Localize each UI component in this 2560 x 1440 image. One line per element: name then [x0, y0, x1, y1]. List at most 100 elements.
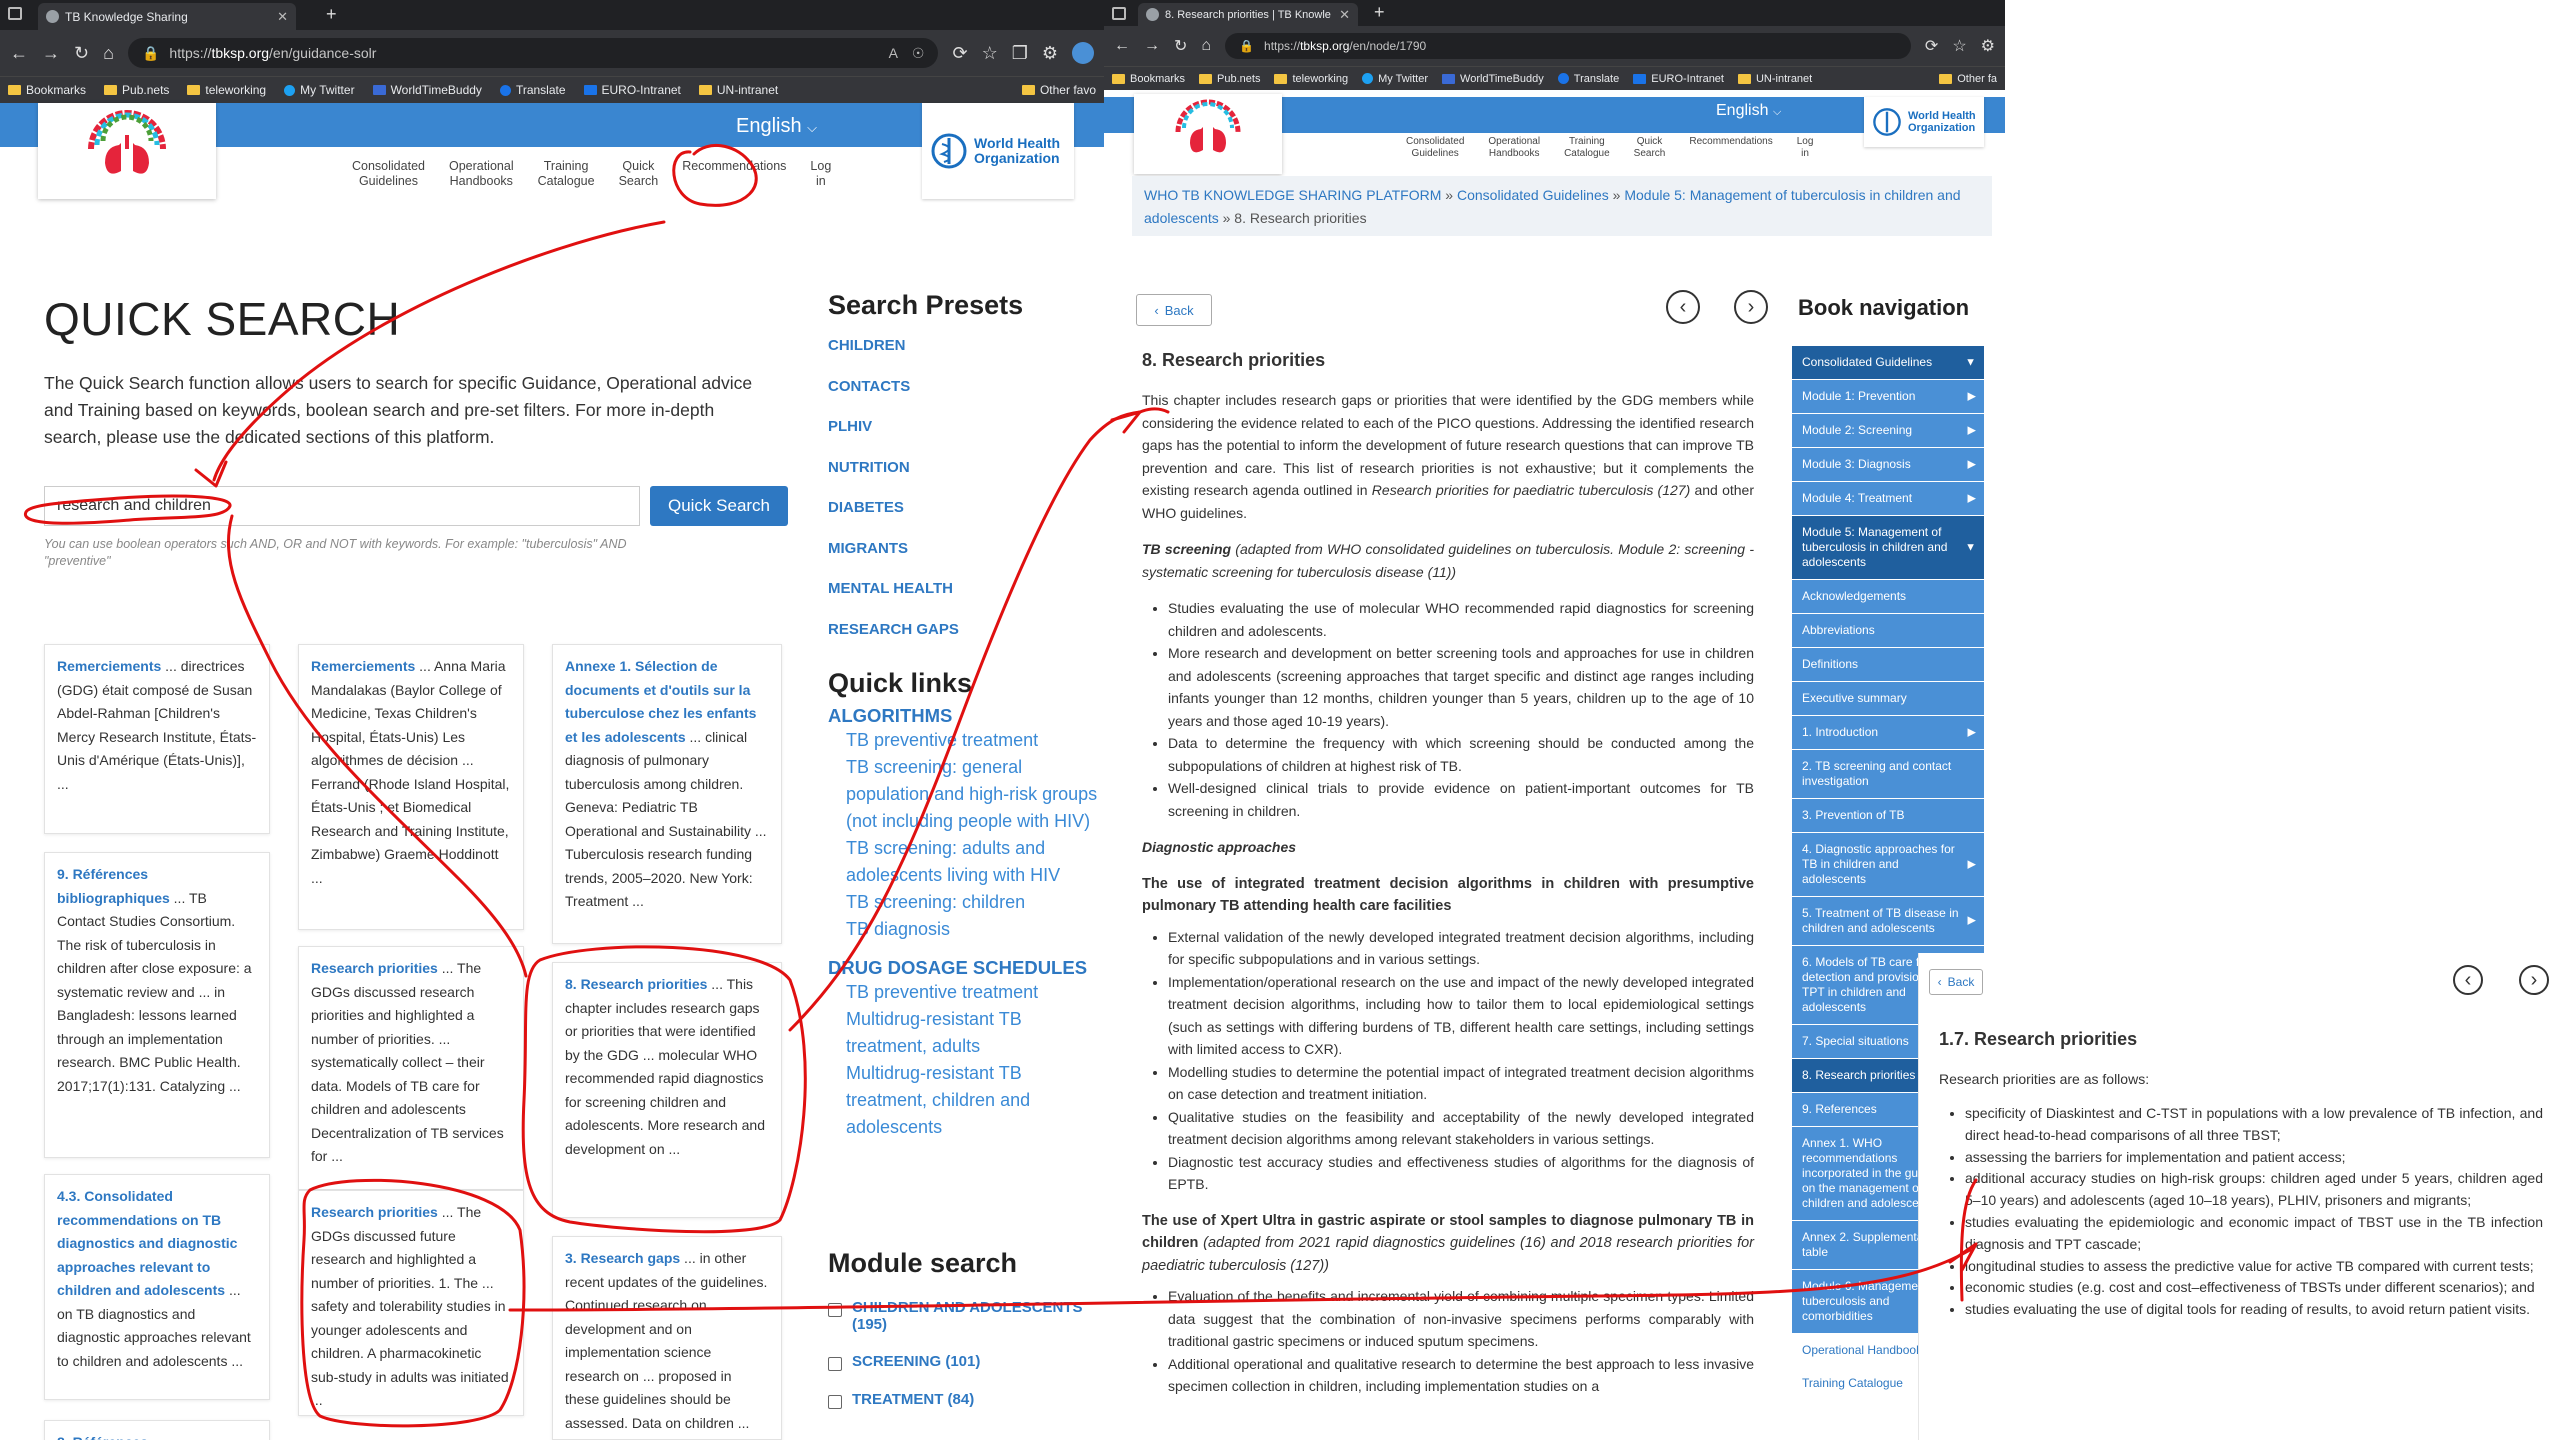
result-card[interactable]: Research priorities ... The GDGs discuss… [298, 1190, 524, 1416]
close-tab-icon[interactable]: ✕ [277, 9, 288, 25]
bookmark-item[interactable]: WorldTimeBuddy [1442, 73, 1544, 85]
who-logo[interactable]: World Health Organization [922, 103, 1074, 199]
result-title-link[interactable]: 9. Références bibliographiques [57, 866, 170, 906]
favorites-star-icon[interactable]: ☆ [1952, 36, 1966, 56]
preset-link[interactable]: PLHIV [828, 418, 1098, 459]
profile-avatar-icon[interactable] [1072, 42, 1094, 64]
reload-icon[interactable]: ↻ [1174, 36, 1187, 56]
drug-dosage-link[interactable]: TB preventive treatment [828, 979, 1104, 1006]
forward-arrow-icon[interactable]: → [1144, 37, 1160, 55]
nav-item-training[interactable]: Training Catalogue [1552, 136, 1622, 160]
bookmark-item[interactable]: teleworking [187, 83, 266, 97]
refresh-page-icon[interactable]: ⟳ [1925, 36, 1938, 56]
drug-dosage-link[interactable]: Multidrug-resistant TB treatment, adults [828, 1006, 1104, 1060]
bookmark-item[interactable]: UN-intranet [1737, 73, 1812, 85]
result-card[interactable]: Remerciements ... directrices (GDG) étai… [44, 644, 270, 834]
tbksp-logo[interactable] [1134, 94, 1282, 174]
previous-page-button[interactable]: ‹ [1666, 290, 1700, 324]
module-filter-item[interactable]: SCREENING (101) [828, 1353, 1104, 1371]
bookmark-item[interactable]: WorldTimeBuddy [372, 83, 482, 97]
new-tab-icon[interactable]: + [326, 4, 337, 25]
preset-link[interactable]: CONTACTS [828, 378, 1098, 419]
nav-item-quick[interactable]: Quick Search [607, 159, 671, 189]
nav-item-training[interactable]: Training Catalogue [526, 159, 607, 189]
result-title-link[interactable]: Research priorities [311, 960, 438, 976]
bookmark-item[interactable]: Pub.nets [104, 83, 169, 97]
overlay-next-button[interactable]: › [2519, 965, 2549, 995]
result-card[interactable]: 8. Références [44, 1420, 270, 1440]
drug-dosage-link[interactable]: Multidrug-resistant TB treatment, childr… [828, 1060, 1104, 1141]
result-title-link[interactable]: 8. Références [57, 1434, 148, 1440]
back-arrow-icon[interactable]: ← [10, 43, 28, 64]
nav-item-recommendations[interactable]: Recommendations [1677, 136, 1784, 160]
algorithm-link[interactable]: TB diagnosis [828, 916, 1104, 943]
bookmark-item[interactable]: UN-intranet [698, 83, 778, 97]
algorithm-link[interactable]: TB screening: children [828, 889, 1104, 916]
checkbox[interactable] [828, 1395, 842, 1409]
close-tab-icon[interactable]: ✕ [1339, 7, 1350, 23]
nav-item-log[interactable]: Log in [1785, 136, 1826, 160]
overlay-previous-button[interactable]: ‹ [2453, 965, 2483, 995]
bookmark-item[interactable]: EURO-Intranet [1633, 73, 1724, 85]
address-bar[interactable]: 🔒 https://tbksp.org/en/guidance-solr A ☉ [127, 38, 939, 68]
book-nav-item[interactable]: Abbreviations [1792, 614, 1984, 648]
tracking-icon[interactable]: ☉ [912, 45, 925, 62]
bookmark-item[interactable]: teleworking [1274, 73, 1348, 85]
book-nav-item[interactable]: Module 1: Prevention ▶ [1792, 380, 1984, 414]
algorithm-link[interactable]: TB screening: adults and adolescents liv… [828, 835, 1104, 889]
window-menu-icon[interactable] [8, 7, 22, 20]
tbksp-logo[interactable] [38, 103, 216, 199]
search-input[interactable] [44, 486, 640, 526]
module-filter-item[interactable]: TREATMENT (84) [828, 1391, 1104, 1409]
result-card[interactable]: 8. Research priorities ... This chapter … [552, 962, 782, 1218]
address-bar[interactable]: 🔒 https://tbksp.org/en/node/1790 [1225, 33, 1911, 59]
nav-item-quick[interactable]: Quick Search [1622, 136, 1678, 160]
book-nav-item[interactable]: 1. Introduction ▶ [1792, 716, 1984, 750]
collections-icon[interactable]: ❐ [1012, 43, 1028, 64]
read-aloud-icon[interactable]: A [889, 45, 898, 62]
bookmark-item[interactable]: My Twitter [284, 83, 355, 97]
preset-link[interactable]: CHILDREN [828, 337, 1098, 378]
result-title-link[interactable]: 8. Research priorities [565, 976, 707, 992]
who-logo[interactable]: World Health Organization [1864, 97, 1984, 147]
checkbox[interactable] [828, 1357, 842, 1371]
book-nav-item[interactable]: 4. Diagnostic approaches for TB in child… [1792, 833, 1984, 897]
bookmark-item[interactable]: EURO-Intranet [583, 83, 681, 97]
breadcrumb-link-home[interactable]: WHO TB KNOWLEDGE SHARING PLATFORM [1144, 187, 1441, 203]
result-title-link[interactable]: Remerciements [311, 658, 415, 674]
extensions-icon[interactable]: ⚙ [1042, 43, 1058, 64]
nav-item-consolidated[interactable]: Consolidated Guidelines [340, 159, 437, 189]
new-tab-icon[interactable]: + [1374, 2, 1385, 23]
reload-icon[interactable]: ↻ [74, 43, 89, 64]
bookmark-other-favorites[interactable]: Other fa [1939, 73, 1997, 85]
refresh-page-icon[interactable]: ⟳ [952, 43, 967, 64]
result-title-link[interactable]: 3. Research gaps [565, 1250, 680, 1266]
preset-link[interactable]: MENTAL HEALTH [828, 580, 1098, 621]
nav-item-operational[interactable]: Operational Handbooks [1476, 136, 1552, 160]
book-nav-item[interactable]: Module 5: Management of tuberculosis in … [1792, 516, 1984, 580]
result-card[interactable]: 3. Research gaps ... in other recent upd… [552, 1236, 782, 1440]
checkbox[interactable] [828, 1303, 842, 1317]
preset-link[interactable]: RESEARCH GAPS [828, 621, 1098, 662]
language-selector[interactable]: English ⌵ [1716, 102, 1781, 120]
nav-item-recommendations[interactable]: Recommendations [670, 159, 798, 189]
forward-arrow-icon[interactable]: → [42, 43, 60, 64]
algorithm-link[interactable]: TB screening: general population and hig… [828, 754, 1104, 835]
bookmark-item[interactable]: Bookmarks [8, 83, 86, 97]
nav-item-log[interactable]: Log in [798, 159, 843, 189]
back-arrow-icon[interactable]: ← [1114, 37, 1130, 55]
result-title-link[interactable]: 4.3. Consolidated recommendations on TB … [57, 1188, 237, 1298]
result-title-link[interactable]: Remerciements [57, 658, 161, 674]
bookmark-item[interactable]: Pub.nets [1199, 73, 1260, 85]
preset-link[interactable]: DIABETES [828, 499, 1098, 540]
extensions-icon[interactable]: ⚙ [1981, 36, 1995, 56]
book-nav-item[interactable]: 5. Treatment of TB disease in children a… [1792, 897, 1984, 946]
result-title-link[interactable]: Research priorities [311, 1204, 438, 1220]
home-icon[interactable]: ⌂ [1201, 37, 1211, 55]
nav-item-consolidated[interactable]: Consolidated Guidelines [1394, 136, 1476, 160]
bookmark-item[interactable]: My Twitter [1362, 73, 1428, 85]
home-icon[interactable]: ⌂ [103, 43, 114, 64]
right-active-tab[interactable]: 8. Research priorities | TB Knowle ✕ [1138, 3, 1358, 26]
overlay-back-button[interactable]: ‹ Back [1929, 969, 1983, 995]
bookmark-item[interactable]: Bookmarks [1112, 73, 1185, 85]
